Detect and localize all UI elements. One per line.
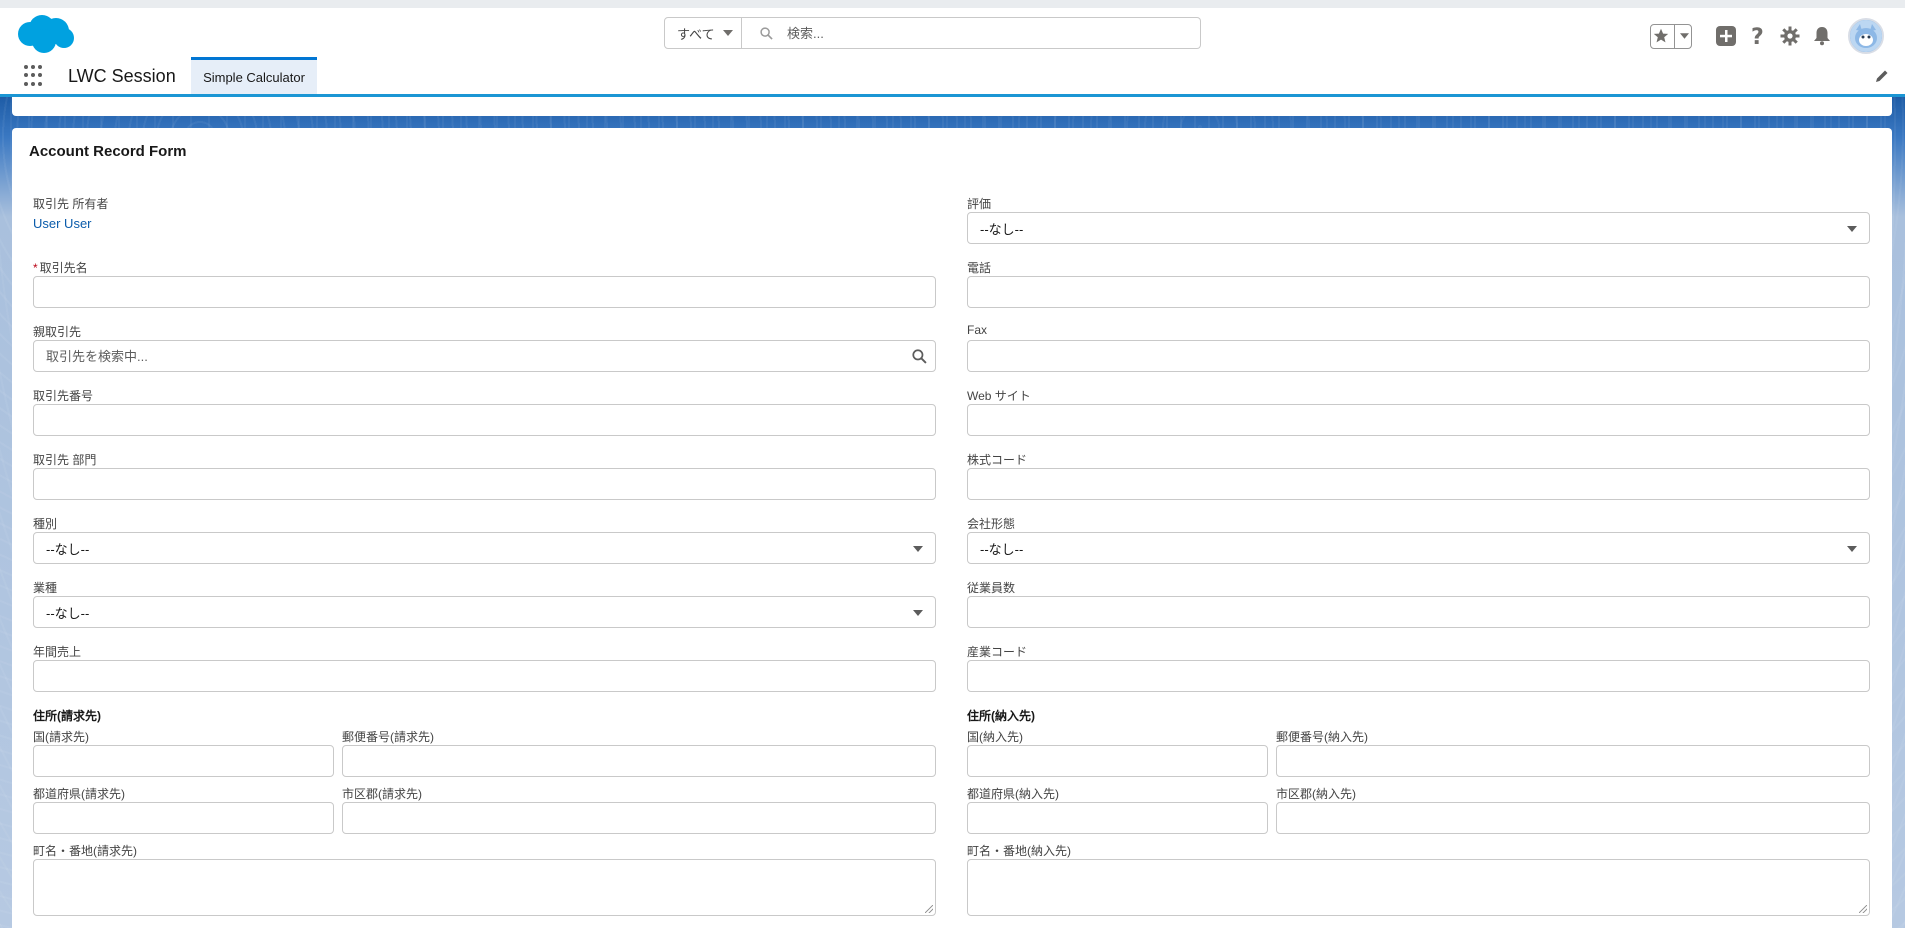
billing-country-field[interactable] [33, 745, 334, 777]
shipping-city-label: 市区郡(納入先) [1276, 787, 1356, 801]
account-number-field[interactable] [33, 404, 936, 436]
account-name-field[interactable] [33, 276, 936, 308]
employees-field[interactable] [967, 596, 1870, 628]
ownership-select[interactable]: --なし-- [967, 532, 1870, 564]
industry-select[interactable]: --なし-- [33, 596, 936, 628]
type-select[interactable]: --なし-- [33, 532, 936, 564]
favorites-button[interactable] [1650, 23, 1692, 49]
phone-label: 電話 [967, 261, 992, 275]
user-avatar-icon [1850, 20, 1882, 52]
shipping-street-label: 町名・番地(納入先) [967, 844, 1071, 858]
ownership-label: 会社形態 [967, 517, 1016, 531]
edit-nav-icon[interactable] [1875, 69, 1889, 83]
app-name: LWC Session [68, 66, 176, 86]
shipping-street-textarea[interactable] [967, 859, 1870, 916]
account-number-label: 取引先番号 [33, 389, 94, 403]
industry-value: --なし-- [46, 605, 90, 621]
header-card-strip [12, 97, 1892, 116]
star-icon [1654, 28, 1669, 43]
type-value: --なし-- [46, 541, 90, 557]
global-header: すべて ? [0, 0, 1905, 57]
shipping-city-field[interactable] [1276, 802, 1870, 834]
billing-state-field[interactable] [33, 802, 334, 834]
ticker-label: 株式コード [967, 453, 1028, 467]
avatar[interactable] [1848, 18, 1884, 54]
help-icon: ? [1751, 25, 1764, 47]
parent-account-lookup[interactable] [33, 340, 936, 372]
gear-icon [1780, 26, 1800, 46]
annual-revenue-field[interactable] [33, 660, 936, 692]
chevron-down-icon [1847, 226, 1857, 232]
annual-revenue-label: 年間売上 [33, 645, 82, 659]
owner-label: 取引先 所有者 [33, 197, 109, 211]
shipping-state-field[interactable] [967, 802, 1268, 834]
card-title: Account Record Form [29, 143, 187, 160]
shipping-postal-field[interactable] [1276, 745, 1870, 777]
search-input[interactable] [787, 25, 1087, 41]
phone-field[interactable] [967, 276, 1870, 308]
search-icon [912, 349, 927, 364]
billing-city-field[interactable] [342, 802, 936, 834]
owner-link[interactable]: User User [33, 216, 92, 231]
billing-state-label: 都道府県(請求先) [33, 787, 125, 801]
shipping-postal-label: 郵便番号(納入先) [1276, 730, 1368, 744]
chevron-down-icon [1847, 546, 1857, 552]
help-button[interactable]: ? [1742, 20, 1774, 52]
shipping-address-heading: 住所(納入先) [967, 709, 1035, 723]
billing-city-label: 市区郡(請求先) [342, 787, 422, 801]
account-name-label: * 取引先名 [33, 259, 88, 276]
chevron-down-icon [722, 30, 733, 36]
shipping-country-field[interactable] [967, 745, 1268, 777]
billing-address-heading: 住所(請求先) [33, 709, 101, 723]
employees-label: 従業員数 [967, 581, 1016, 595]
notifications-button[interactable] [1806, 20, 1838, 52]
header-actions: ? [1650, 18, 1905, 54]
sic-field[interactable] [967, 660, 1870, 692]
website-label: Web サイト [967, 389, 1031, 403]
sic-label: 産業コード [967, 645, 1028, 659]
type-label: 種別 [33, 517, 58, 531]
chevron-down-icon [913, 546, 923, 552]
required-indicator: * [33, 261, 38, 275]
parent-account-input[interactable] [34, 341, 914, 371]
fax-field[interactable] [967, 340, 1870, 372]
account-name-label-text: 取引先名 [39, 261, 88, 275]
website-field[interactable] [967, 404, 1870, 436]
billing-street-textarea[interactable] [33, 859, 936, 916]
billing-postal-field[interactable] [342, 745, 936, 777]
search-box[interactable] [742, 17, 1201, 49]
billing-street-label: 町名・番地(請求先) [33, 844, 137, 858]
shipping-country-label: 国(納入先) [967, 730, 1023, 744]
search-scope-label: すべて [677, 26, 715, 42]
tab-simple-calculator[interactable]: Simple Calculator [191, 57, 317, 94]
rating-label: 評価 [967, 197, 992, 211]
account-record-form-card: Account Record Form 取引先 所有者 User User * 取… [12, 128, 1892, 928]
shipping-state-label: 都道府県(納入先) [967, 787, 1059, 801]
search-icon [760, 26, 773, 40]
division-field[interactable] [33, 468, 936, 500]
chevron-down-icon [1679, 33, 1689, 39]
ticker-field[interactable] [967, 468, 1870, 500]
search-scope-dropdown[interactable]: すべて [664, 17, 742, 49]
rating-value: --なし-- [980, 221, 1024, 237]
rating-select[interactable]: --なし-- [967, 212, 1870, 244]
division-label: 取引先 部門 [33, 453, 97, 467]
bell-icon [1814, 27, 1830, 46]
billing-country-label: 国(請求先) [33, 730, 89, 744]
ownership-value: --なし-- [980, 541, 1024, 557]
chevron-down-icon [913, 610, 923, 616]
parent-account-label: 親取引先 [33, 325, 82, 339]
setup-button[interactable] [1774, 20, 1806, 52]
billing-postal-label: 郵便番号(請求先) [342, 730, 434, 744]
industry-label: 業種 [33, 581, 58, 595]
global-actions-button[interactable] [1710, 20, 1742, 52]
svg-text:?: ? [1751, 25, 1764, 47]
fax-label: Fax [967, 323, 988, 337]
global-search: すべて [664, 17, 1201, 49]
app-nav-bar: LWC Session Simple Calculator [0, 57, 1905, 97]
app-launcher-icon[interactable] [24, 65, 46, 87]
salesforce-logo-icon[interactable] [14, 14, 74, 54]
plus-icon [1716, 26, 1736, 46]
